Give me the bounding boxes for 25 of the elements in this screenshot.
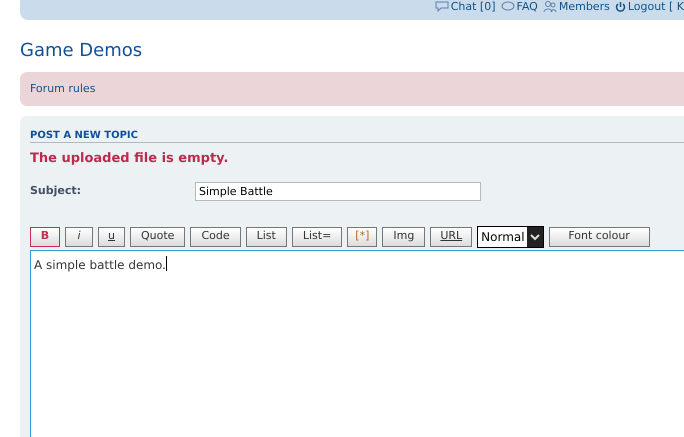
header-link[interactable]: Chat [0]	[450, 0, 496, 13]
page-title: Game Demos	[20, 40, 144, 62]
header-link[interactable]: Members	[558, 0, 610, 13]
format-button[interactable]: List=	[292, 226, 342, 246]
power-icon	[614, 1, 626, 12]
format-button[interactable]: Img	[382, 226, 426, 246]
header-link[interactable]: Logout [ K	[628, 0, 684, 13]
section-heading: POST A NEW TOPIC	[30, 130, 138, 141]
format-button[interactable]: B	[30, 226, 60, 246]
forum-rules-link[interactable]: Forum rules	[30, 80, 96, 98]
format-button[interactable]: Quote	[130, 226, 186, 246]
format-button[interactable]: Code	[190, 226, 241, 246]
font-size-select[interactable]: Normal	[477, 226, 544, 248]
people-icon	[542, 1, 557, 12]
format-button[interactable]: [*]	[347, 226, 378, 246]
subject-label: Subject:	[30, 182, 82, 199]
error-message: The uploaded file is empty.	[30, 150, 230, 168]
format-button[interactable]: i	[65, 226, 93, 246]
format-button[interactable]: u	[98, 226, 125, 246]
format-button[interactable]: Font colour	[548, 226, 650, 246]
message-textarea[interactable]: A simple battle demo.	[30, 250, 684, 437]
header-link[interactable]: FAQ	[516, 0, 538, 13]
format-button[interactable]: List	[246, 226, 287, 246]
subject-field[interactable]: Simple Battle	[195, 182, 481, 200]
format-button[interactable]: URL	[430, 226, 472, 246]
